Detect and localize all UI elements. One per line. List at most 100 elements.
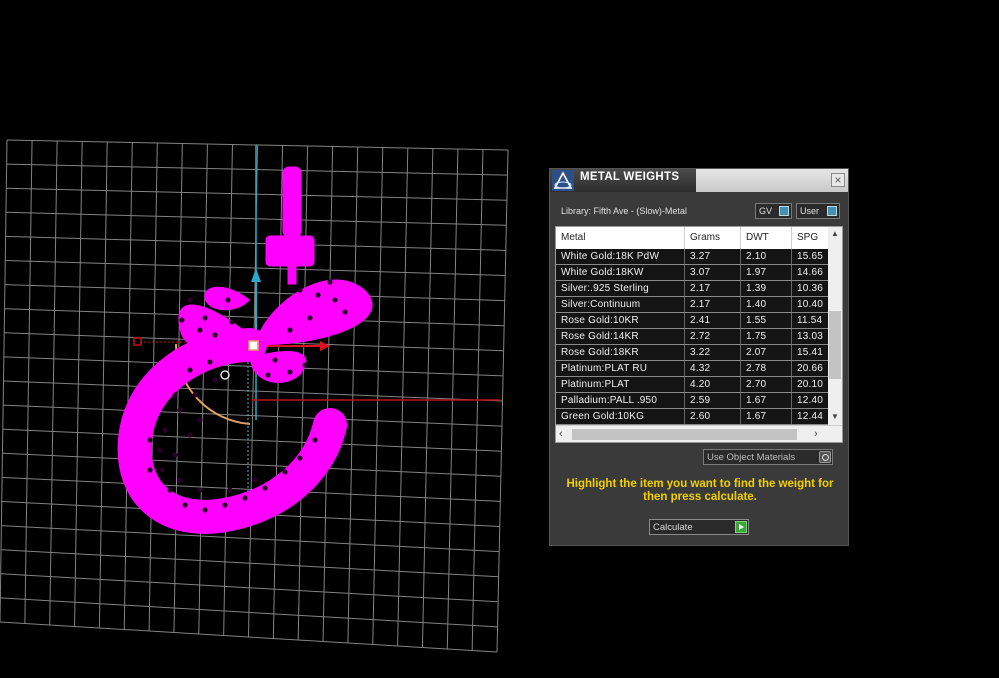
table-row[interactable]: Green Gold:10KG 2.60 1.67 12.44: [556, 409, 830, 425]
table-cell-spg: 12.44: [797, 411, 824, 422]
column-header-spg[interactable]: SPG: [792, 227, 832, 249]
table-cell-grams: 3.27: [685, 249, 741, 264]
table-cell-grams: 2.41: [685, 313, 741, 328]
table-row[interactable]: Platinum:PLAT 4.20 2.70 20.10: [556, 377, 830, 393]
table-cell-metal: Green Gold:10KG: [556, 409, 685, 424]
perforation-hole: [202, 315, 208, 321]
perforation-hole: [187, 432, 193, 438]
table-cell-dwt: 1.67: [741, 393, 792, 408]
perforation-hole: [225, 297, 231, 303]
horizontal-scroll-thumb[interactable]: [572, 429, 797, 440]
column-header-grams[interactable]: Grams: [685, 227, 741, 249]
perforation-hole: [222, 502, 228, 508]
scroll-down-icon[interactable]: ▼: [828, 412, 842, 422]
perforation-hole: [302, 362, 308, 368]
perforation-hole: [197, 417, 203, 423]
close-button[interactable]: ×: [831, 173, 845, 187]
table-cell-dwt: 1.75: [741, 329, 792, 344]
perforation-hole: [167, 487, 173, 493]
table-row[interactable]: Rose Gold:10KR 2.41 1.55 11.54: [556, 313, 830, 329]
table-row[interactable]: Rose Gold:14KR 2.72 1.75 13.03: [556, 329, 830, 345]
gv-toggle-label: GV: [759, 206, 773, 216]
table-row[interactable]: Palladium:PALL .950 2.59 1.67 12.40: [556, 393, 830, 409]
table-cell-spg: 13.03: [797, 331, 824, 342]
table-cell-metal: Platinum:PLAT RU: [556, 361, 685, 376]
table-cell-spg: 14.66: [797, 267, 824, 278]
table-row[interactable]: Silver:Continuum 2.17 1.40 10.40: [556, 297, 830, 313]
table-cell-metal: Palladium:PALL .950: [556, 393, 685, 408]
calculate-button[interactable]: Calculate: [649, 519, 749, 535]
perforation-hole: [179, 317, 185, 323]
horizontal-scrollbar[interactable]: ‹ ›: [556, 425, 842, 442]
use-object-materials-button[interactable]: Use Object Materials: [703, 449, 833, 465]
perforation-hole: [312, 437, 318, 443]
table-row[interactable]: Platinum:PLAT RU 4.32 2.78 20.66: [556, 361, 830, 377]
metal-table[interactable]: Metal Grams DWT SPG White Gold:18K PdW 3.…: [555, 226, 843, 443]
table-row[interactable]: Silver:.925 Sterling 2.17 1.39 10.36: [556, 281, 830, 297]
table-row[interactable]: White Gold:18K PdW 3.27 2.10 15.65: [556, 249, 830, 265]
perforation-hole: [157, 447, 163, 453]
table-header: Metal Grams DWT SPG: [556, 227, 830, 249]
table-cell-spg: 20.10: [797, 379, 824, 390]
table-cell-metal: Silver:.925 Sterling: [556, 281, 685, 296]
perforation-hole: [207, 359, 213, 365]
toggle-icon: [827, 206, 837, 216]
column-header-metal[interactable]: Metal: [556, 227, 685, 249]
table-cell-dwt: 2.07: [741, 345, 792, 360]
user-toggle-label: User: [800, 206, 820, 216]
perforation-hole: [202, 507, 208, 513]
perforation-hole: [297, 455, 303, 461]
perforation-hole: [197, 327, 203, 333]
perforation-hole: [265, 372, 271, 378]
table-cell-grams: 3.22: [685, 345, 741, 360]
gv-toggle[interactable]: GV: [755, 203, 792, 219]
table-row[interactable]: Rose Gold:18KR 3.22 2.07 15.41: [556, 345, 830, 361]
dialog-titlebar[interactable]: METAL WEIGHTS ×: [550, 169, 848, 192]
perforation-hole: [282, 469, 288, 475]
table-cell-spg: 10.36: [797, 283, 824, 294]
perforation-hole: [252, 477, 258, 483]
perforation-hole: [212, 332, 218, 338]
table-cell-spg: 12.40: [797, 395, 824, 406]
perforation-hole: [332, 297, 338, 303]
scroll-right-icon[interactable]: ›: [814, 428, 818, 440]
perforation-hole: [315, 292, 321, 298]
table-cell-spg: 15.41: [797, 347, 824, 358]
table-cell-grams: 2.59: [685, 393, 741, 408]
metal-weights-dialog: METAL WEIGHTS × Library: Fifth Ave - (Sl…: [549, 168, 849, 546]
perforation-hole: [192, 392, 198, 398]
perforation-hole: [187, 297, 193, 303]
calculate-label: Calculate: [653, 522, 693, 533]
table-row[interactable]: White Gold:18KW 3.07 1.97 14.66: [556, 265, 830, 281]
dialog-title: METAL WEIGHTS: [580, 171, 680, 183]
perforation-hole: [342, 309, 348, 315]
3d-viewport[interactable]: [0, 0, 999, 678]
user-toggle[interactable]: User: [796, 203, 840, 219]
perforation-hole: [177, 407, 183, 413]
toggle-icon: [779, 206, 789, 216]
perforation-hole: [262, 485, 268, 491]
perforation-hole: [287, 327, 293, 333]
perforation-hole: [172, 392, 178, 398]
vertical-scrollbar[interactable]: ▲ ▼: [828, 227, 842, 425]
perforation-hole: [297, 287, 303, 293]
table-cell-dwt: 1.40: [741, 297, 792, 312]
perforation-hole: [172, 452, 178, 458]
table-cell-metal: Silver:Continuum: [556, 297, 685, 312]
table-cell-dwt: 1.39: [741, 281, 792, 296]
library-label: Library: Fifth Ave - (Slow)-Metal: [561, 206, 687, 216]
pivot-handle[interactable]: [248, 340, 259, 351]
table-cell-spg: 15.65: [797, 251, 824, 262]
vertical-scroll-thumb[interactable]: [829, 311, 841, 379]
scroll-up-icon[interactable]: ▲: [828, 229, 842, 239]
column-header-dwt[interactable]: DWT: [741, 227, 792, 249]
table-cell-metal: Rose Gold:10KR: [556, 313, 685, 328]
table-cell-grams: 4.32: [685, 361, 741, 376]
perforation-hole: [159, 467, 165, 473]
scroll-left-icon[interactable]: ‹: [559, 428, 563, 440]
perforation-hole: [229, 319, 235, 325]
perforation-hole: [177, 477, 183, 483]
perforation-hole: [147, 437, 153, 443]
use-object-materials-label: Use Object Materials: [707, 452, 796, 463]
perforation-hole: [187, 367, 193, 373]
